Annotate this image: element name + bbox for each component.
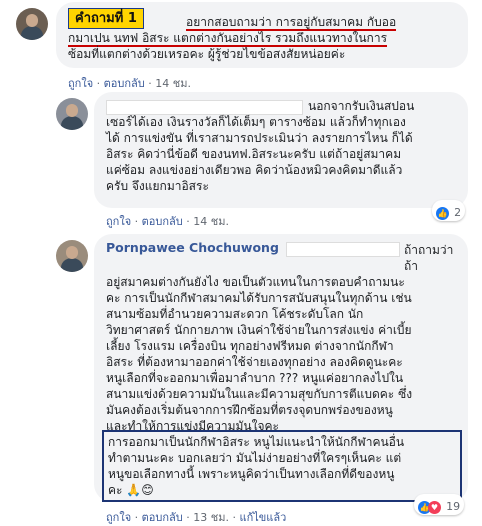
like-link[interactable]: ถูกใจ (68, 77, 93, 90)
love-reaction-icon: ♥ (428, 501, 441, 514)
reply-link[interactable]: ตอบกลับ (142, 215, 183, 228)
comment-line: ได้ การแข่งขัน ที่เราสามารถประเมินว่า ลง… (106, 131, 413, 145)
comment-line: อิสระ คิดว่านี่ข้อดี ของนทฟ.อิสระนะครับ … (106, 147, 402, 161)
comment-actions: ถูกใจ · ตอบกลับ · 14 ชม. (106, 215, 229, 228)
reaction-count: 2 (454, 206, 462, 219)
comment-line: แค่ซ้อม ลงแข่งอย่างเดียวพอ คิดว่าน้องหมิ… (106, 163, 403, 177)
reaction-summary[interactable]: 👍 2 (432, 200, 466, 221)
avatar[interactable] (16, 8, 48, 40)
comment-line: สนามซ้อมที่อำนวยความสะดวก โค้ชระดับโลก น… (106, 307, 364, 321)
comment-line: ครับ จึงแยกมาอิสระ (106, 179, 209, 193)
avatar[interactable] (56, 98, 88, 130)
comment-line: หนูเลือกที่จะออกมาเพื่อมาลำบาก ??? หนูแค… (106, 371, 404, 385)
timestamp[interactable]: 14 ชม. (155, 77, 191, 90)
avatar[interactable] (56, 240, 88, 272)
comment-line: เซอร์ได้เอง เงินรางวัลก็ได้เต็มๆ ตารางซ้… (106, 115, 406, 129)
comment-line: นอกจากรับเงินสปอน (308, 99, 415, 113)
timestamp[interactable]: 13 ชม. (193, 511, 229, 524)
smile-emoji-icon: 😊 (141, 483, 154, 497)
comment-line: สนามแข่งด้วยความมันในและมีความสุขกับการต… (106, 387, 413, 401)
reaction-summary[interactable]: 👍♥ 19 (414, 494, 465, 515)
reply-link[interactable]: ตอบกลับ (142, 511, 183, 524)
comment-line: เลี้ยง โรงแรม เครื่องบิน ทุกอย่างฟรีหมด … (106, 339, 394, 353)
comment-line: วิทยาศาสตร์ นักกายภาพ เงินค่าใช้จ่ายในกา… (106, 323, 412, 337)
reply-link[interactable]: ตอบกลับ (104, 77, 145, 90)
comment-line: อิสระ ที่ต้องหามาออกค่าใช้จ่ายเองทุกอย่า… (106, 355, 403, 369)
comment-text: ถ้าถามว่า ถ้า อยู่สมาคมต่างกันยังไง ขอเป… (106, 242, 466, 434)
comment-line: ซ้อมที่แตกต่างด้วยเหรอคะ ผู้รู้ช่วยไขข้อ… (68, 47, 346, 61)
reaction-count: 19 (446, 500, 461, 513)
comment-line: กมาเปน นทฟ อิสระ แตกต่างกันอย่างไร รวมถึ… (68, 31, 388, 47)
like-reaction-icon: 👍 (436, 207, 449, 220)
comment-line: การออกมาเป็นนักกีฬาอิสระ หนูไม่แนะนำให้น… (108, 435, 405, 449)
like-link[interactable]: ถูกใจ (106, 511, 131, 524)
praying-hands-emoji-icon: 🙏 (126, 483, 142, 497)
comment-line: คะ 🙏😊 (108, 483, 154, 497)
comment-text: นอกจากรับเงินสปอน เซอร์ได้เอง เงินรางวัล… (106, 98, 466, 194)
comment-line: ทำตามนะคะ บอกเลยว่า มันไม่ง่ายอย่างที่ใค… (108, 451, 402, 465)
edited-link[interactable]: แก้ไขแล้ว (239, 511, 286, 524)
highlight-box: การออกมาเป็นนักกีฬาอิสระ หนูไม่แนะนำให้น… (102, 430, 462, 502)
comment-line: อยู่สมาคมต่างกันยังไง ขอเป็นตัวแทนในการต… (106, 275, 405, 289)
comment-line: คะ การเป็นนักกีฬาสมาคมได้รับการสนับสนุนใ… (106, 291, 412, 305)
comment-text: อยากสอบถามว่า การอยู่กับสมาคม กับออ กมาเ… (68, 14, 468, 62)
comment-line: อยากสอบถามว่า การอยู่กับสมาคม กับออ (186, 15, 397, 31)
comment-actions: ถูกใจ · ตอบกลับ · 14 ชม. (68, 77, 191, 90)
timestamp[interactable]: 14 ชม. (193, 215, 229, 228)
comment-actions: ถูกใจ · ตอบกลับ · 13 ชม. · แก้ไขแล้ว (106, 511, 287, 524)
comment-line: ถ้าถามว่า ถ้า (404, 243, 454, 273)
comment-line: หนูขอเลือกทางนี้ เพราะหนูคิดว่าเป็นทางเล… (108, 467, 395, 481)
like-link[interactable]: ถูกใจ (106, 215, 131, 228)
comment-line: มันคงต้องเริ่มต้นจากการฝึกซ้อมที่ตรงจุดบ… (106, 403, 393, 417)
